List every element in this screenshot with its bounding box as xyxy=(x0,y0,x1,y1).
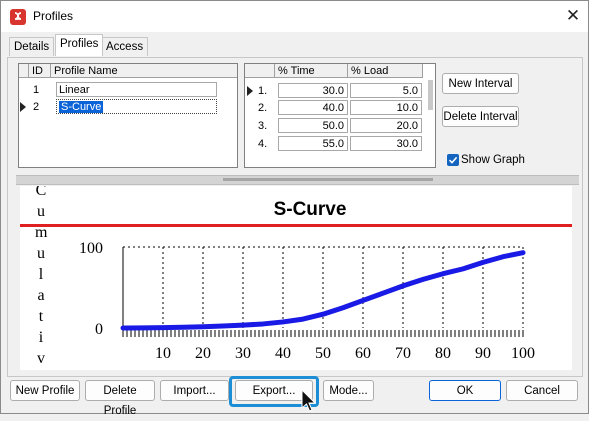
mouse-pointer-icon xyxy=(301,389,317,412)
load-field[interactable]: 10.0 xyxy=(350,100,422,115)
current-row-indicator-icon xyxy=(20,102,26,112)
x-tick-label: 40 xyxy=(275,345,291,362)
delete-interval-button[interactable]: Delete Interval xyxy=(442,106,519,127)
tab-profiles[interactable]: Profiles xyxy=(55,34,104,56)
profile-id: 1 xyxy=(33,84,40,96)
x-tick-label: 70 xyxy=(395,345,411,362)
ok-button[interactable]: OK xyxy=(429,380,501,401)
delete-profile-button[interactable]: Delete Profile xyxy=(85,380,155,417)
cancel-button[interactable]: Cancel xyxy=(506,380,578,401)
checkmark-icon xyxy=(448,156,458,164)
profile-name: S-Curve xyxy=(59,101,104,113)
profiles-grid[interactable]: ID Profile Name 1 Linear 2 S-Curve xyxy=(18,63,238,168)
tab-access[interactable]: Access xyxy=(101,37,149,56)
x-tick-label: 10 xyxy=(155,345,171,362)
tab-details[interactable]: Details xyxy=(9,37,55,56)
profile-graph: C u m u l a t i v S-Curve 0 100 10 20 30 40 50… xyxy=(20,186,572,370)
profiles-dialog: Profiles ✕ Details Profiles Access ID Pr… xyxy=(0,0,589,417)
chart-plot-area: 0 100 10 20 30 40 50 60 70 80 90 100 xyxy=(79,240,535,362)
window-title: Profiles xyxy=(33,9,74,23)
time-field[interactable]: 50.0 xyxy=(278,118,348,133)
load-field[interactable]: 5.0 xyxy=(350,83,422,98)
x-tick-label: 80 xyxy=(435,345,451,362)
load-field[interactable]: 20.0 xyxy=(350,118,422,133)
interval-index: 2. xyxy=(258,102,268,114)
interval-index: 4. xyxy=(258,138,268,150)
column-header-profile-name[interactable]: Profile Name xyxy=(51,64,237,78)
x-tick-label: 90 xyxy=(475,345,491,362)
profile-name: Linear xyxy=(59,84,90,96)
y-tick-label: 100 xyxy=(79,240,103,257)
splitter-grip[interactable] xyxy=(223,178,433,181)
load-field[interactable]: 30.0 xyxy=(350,136,422,151)
mode-button[interactable]: Mode... xyxy=(323,380,374,401)
column-header-time[interactable]: % Time xyxy=(275,64,348,78)
app-icon xyxy=(10,9,26,25)
interval-grid-scrollbar[interactable] xyxy=(428,80,433,110)
interval-grid[interactable]: % Time % Load 1. 30.0 5.0 2. 40.0 10.0 3… xyxy=(244,63,436,168)
column-header-load[interactable]: % Load xyxy=(348,64,423,78)
grid-corner xyxy=(245,64,275,78)
grid-corner xyxy=(19,64,29,78)
profile-name-field[interactable]: Linear xyxy=(56,82,217,97)
x-tick-label: 60 xyxy=(355,345,371,362)
profile-id: 2 xyxy=(33,101,40,113)
title-bar: Profiles ✕ xyxy=(1,1,588,32)
interval-index: 3. xyxy=(258,120,268,132)
y-tick-label: 0 xyxy=(95,321,103,338)
new-interval-button[interactable]: New Interval xyxy=(442,73,519,94)
x-tick-label: 50 xyxy=(315,345,331,362)
time-field[interactable]: 40.0 xyxy=(278,100,348,115)
x-tick-label: 30 xyxy=(235,345,251,362)
interval-index: 1. xyxy=(258,85,268,97)
column-header-id[interactable]: ID xyxy=(29,64,51,78)
profile-name-field[interactable]: S-Curve xyxy=(56,99,217,114)
new-profile-button[interactable]: New Profile xyxy=(10,380,80,401)
time-field[interactable]: 55.0 xyxy=(278,136,348,151)
time-field[interactable]: 30.0 xyxy=(278,83,348,98)
close-button[interactable]: ✕ xyxy=(562,5,584,27)
import-button[interactable]: Import... xyxy=(160,380,229,401)
close-icon: ✕ xyxy=(565,6,581,25)
x-tick-label: 100 xyxy=(511,345,535,362)
show-graph-checkbox[interactable] xyxy=(447,154,459,166)
current-row-indicator-icon xyxy=(247,86,253,96)
show-graph-label: Show Graph xyxy=(461,154,525,166)
x-tick-label: 20 xyxy=(195,345,211,362)
